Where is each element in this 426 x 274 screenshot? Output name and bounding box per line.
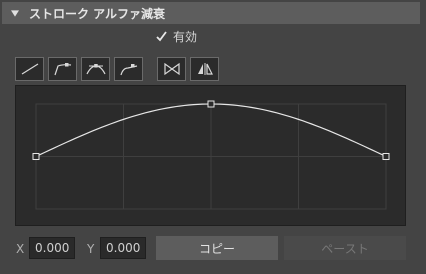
paste-button[interactable]: ペースト bbox=[284, 236, 406, 260]
coordinate-bar: X 0.000 Y 0.000 コピー ペースト bbox=[0, 236, 426, 262]
preset-ease-out-icon bbox=[119, 64, 137, 76]
enable-checkbox[interactable] bbox=[155, 30, 168, 43]
mirror-button[interactable] bbox=[190, 57, 219, 81]
alpha-fade-panel: ストローク アルファ減衰 有効 X 0.000 Y 0.000 コピー ペースト bbox=[0, 0, 426, 274]
preset-ease-in-button[interactable] bbox=[48, 57, 77, 81]
y-label: Y bbox=[87, 242, 95, 256]
enable-toggle[interactable]: 有効 bbox=[155, 28, 197, 44]
flip-horizontal-icon bbox=[163, 62, 180, 76]
preset-ease-in-out-icon bbox=[85, 64, 106, 75]
x-field[interactable]: 0.000 bbox=[29, 237, 75, 259]
preset-ease-in-icon bbox=[53, 63, 71, 76]
curve-canvas[interactable] bbox=[16, 86, 407, 227]
flip-horizontal-button[interactable] bbox=[157, 57, 186, 81]
curve-control-point[interactable] bbox=[207, 100, 215, 108]
section-title: ストローク アルファ減衰 bbox=[29, 6, 166, 21]
mirror-icon bbox=[197, 63, 213, 75]
curve-control-point[interactable] bbox=[382, 153, 390, 160]
curve-editor[interactable] bbox=[15, 85, 406, 226]
preset-ease-out-button[interactable] bbox=[114, 57, 143, 81]
x-label: X bbox=[16, 242, 25, 256]
section-header[interactable]: ストローク アルファ減衰 bbox=[2, 2, 420, 24]
curve-control-point[interactable] bbox=[32, 153, 40, 160]
copy-button[interactable]: コピー bbox=[156, 236, 278, 260]
enable-label: 有効 bbox=[173, 29, 198, 44]
preset-linear-button[interactable] bbox=[15, 57, 44, 81]
collapse-triangle-icon[interactable] bbox=[11, 9, 19, 17]
y-field[interactable]: 0.000 bbox=[100, 237, 146, 259]
preset-linear-icon bbox=[21, 63, 38, 75]
preset-ease-in-out-button[interactable] bbox=[81, 57, 110, 81]
